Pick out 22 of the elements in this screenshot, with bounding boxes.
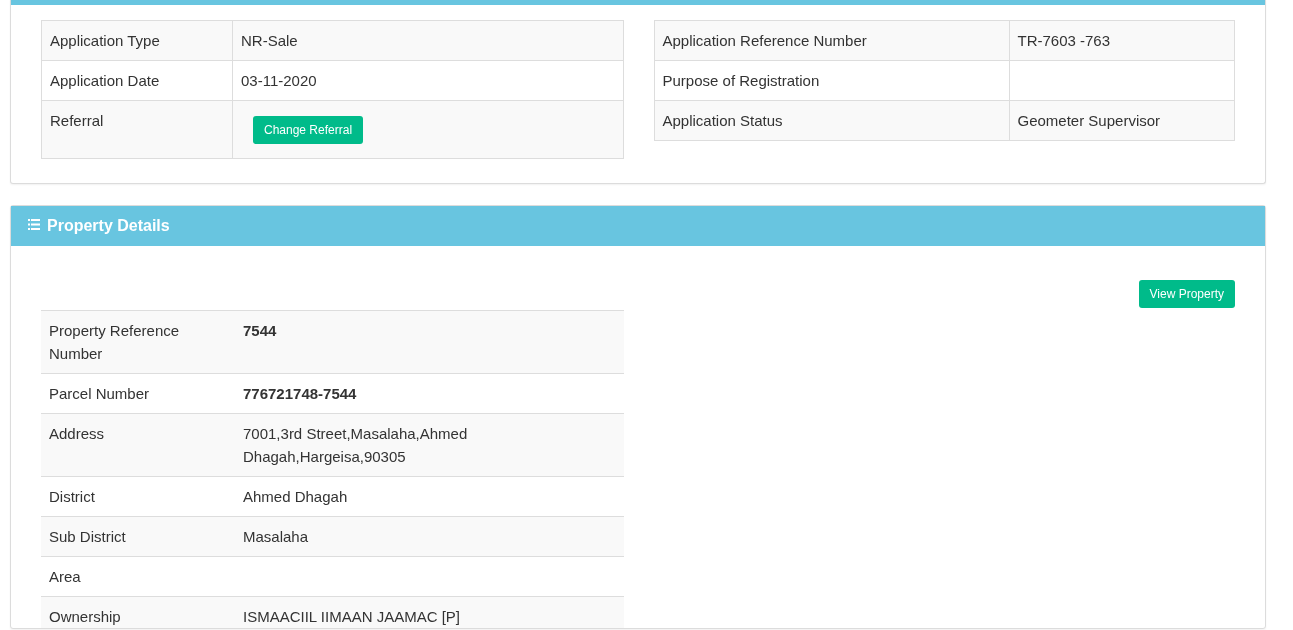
label-cell: Ownership [41,596,235,628]
label-cell: Referral [41,100,233,159]
view-property-button[interactable]: View Property [1138,280,1235,308]
value-cell: NR-Sale [232,20,623,61]
value-cell: 7001,3rd Street,Masalaha,Ahmed Dhagah,Hargeisa,90305 [235,413,624,477]
value-cell: 7544 [235,310,624,374]
list-icon [28,218,40,230]
value-cell: Geometer Supervisor [1009,100,1235,141]
label-cell: Application Date [41,60,233,101]
value-cell: ISMAACIIL IIMAAN JAAMAC [P] [235,596,624,628]
value-cell: TR-7603 -763 [1009,20,1235,61]
value-cell: 03-11-2020 [232,60,623,101]
label-cell: Property Reference Number [41,310,235,374]
label-cell: Application Reference Number [654,20,1009,61]
label-cell: Purpose of Registration [654,60,1009,101]
card-title: Property Details [47,217,170,235]
change-referral-button[interactable]: Change Referral [253,115,364,144]
label-cell: Application Type [41,20,233,61]
value-cell: Masalaha [235,516,624,557]
label-cell: Application Status [654,100,1009,141]
label-cell: Sub District [41,516,235,557]
label-cell: Address [41,413,235,477]
